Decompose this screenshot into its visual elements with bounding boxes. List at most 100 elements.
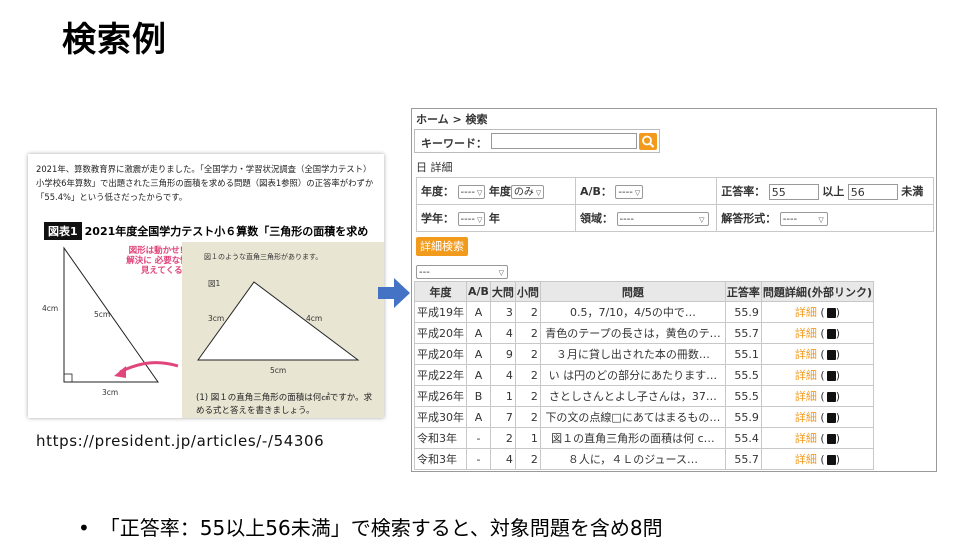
cell-ab: A [466, 322, 491, 344]
pdf-icon[interactable] [826, 350, 836, 360]
sort-select[interactable]: --- ▽ [416, 265, 508, 279]
year-label: 年度： [421, 185, 454, 198]
col-rate[interactable]: 正答率 [724, 281, 762, 302]
rate-to-input[interactable]: 56 [847, 183, 898, 200]
chevron-down-icon: ▽ [634, 189, 641, 197]
figure-label: 図表1 [44, 222, 82, 240]
col-year[interactable]: 年度 [414, 281, 467, 302]
year-from-select[interactable]: ---- ▽ [457, 185, 486, 199]
question-text: (1) 図１の直角三角形の面積は何㎠ですか。求める式と答えを書きましょう。 [196, 393, 373, 416]
cell-minor: 2 [514, 343, 541, 365]
year-only-value: のみ [513, 187, 534, 198]
figure-header: 図表12021年度全国学力テスト小６算数「三角形の面積を求める問題」 [44, 220, 374, 258]
cell-detail: 詳細 () [760, 406, 874, 428]
chevron-down-icon: ▽ [535, 189, 542, 197]
detail-link[interactable]: 詳細 [795, 411, 817, 424]
cell-major: 4 [489, 364, 516, 386]
detail-link[interactable]: 詳細 [795, 390, 817, 403]
detail-filters: 年度： ---- ▽ 年度 のみ ▽ A/B： ---- ▽ 正答率： 55 以上 56… [416, 177, 934, 232]
cell-detail: 詳細 () [760, 385, 874, 407]
cell-question: ３月に貸し出された本の冊数… [539, 343, 726, 365]
pdf-icon[interactable] [826, 308, 836, 318]
bullet-text: 「正答率：55以上56未満」で検索すると、対象問題を含め8問 [99, 516, 663, 540]
cell-minor: 1 [514, 427, 541, 449]
col-question[interactable]: 問題 [539, 281, 726, 302]
ab-select[interactable]: ---- ▽ [615, 185, 644, 199]
figure-caption: 図１のような直角三角形があります。 [204, 253, 323, 261]
grade-suffix: 年 [488, 212, 500, 225]
left-label-height: 4cm [42, 304, 59, 313]
search-icon [642, 135, 655, 148]
pdf-icon[interactable] [826, 413, 836, 423]
cell-major: 9 [489, 343, 516, 365]
table-row: 令和3年 -2 1 図１の直角三角形の面積は何 c… 55.4 詳細 () [414, 427, 874, 449]
domain-value: ---- [619, 214, 634, 225]
pdf-icon[interactable] [826, 329, 836, 339]
ab-value: ---- [618, 187, 633, 198]
cell-year: 平成26年 [414, 385, 467, 407]
keyword-label: キーワード： [421, 137, 487, 150]
detail-toggle[interactable]: 日 詳細 [416, 159, 453, 175]
cell-rate: 55.9 [724, 406, 762, 428]
detail-link[interactable]: 詳細 [795, 369, 817, 382]
cell-ab: A [466, 406, 491, 428]
right-label-b: 4cm [306, 314, 323, 323]
cell-rate: 55.1 [724, 343, 762, 365]
domain-select[interactable]: ---- ▽ [616, 212, 709, 226]
answer-format-select[interactable]: ---- ▽ [779, 212, 828, 226]
cell-question: 図１の直角三角形の面積は何 c… [539, 427, 726, 449]
detail-link[interactable]: 詳細 [795, 306, 817, 319]
cell-major: 3 [489, 301, 516, 323]
cell-minor: 2 [514, 448, 541, 470]
detail-link[interactable]: 詳細 [795, 348, 817, 361]
cell-question: い は円のどの部分にあたります… [539, 364, 726, 386]
advanced-search-button[interactable]: 詳細検索 [416, 237, 468, 256]
detail-link[interactable]: 詳細 [795, 327, 817, 340]
cell-major: 4 [489, 448, 516, 470]
chevron-down-icon: ▽ [498, 269, 504, 277]
chevron-down-icon: ▽ [476, 216, 483, 224]
cell-ab: A [466, 343, 491, 365]
pdf-icon[interactable] [826, 392, 836, 402]
left-label-hyp: 5cm [94, 310, 111, 319]
cell-rate: 55.9 [724, 301, 762, 323]
year-only-select[interactable]: のみ ▽ [510, 185, 545, 199]
article-screenshot: 2021年、算数教育界に激震が走りました。「全国学力・学習状況調査（全国学力テス… [28, 154, 384, 418]
source-url: https://president.jp/articles/-/54306 [36, 432, 325, 450]
table-row: 平成26年 B 1 2 さとしさんとよし子さんは，37… 55.5 詳細 () [414, 385, 874, 407]
ab-label: A/B： [580, 185, 612, 198]
search-button[interactable] [639, 133, 657, 150]
rate-from-suffix: 以上 [822, 184, 845, 198]
cell-detail: 詳細 () [760, 343, 874, 365]
results-table: 年度 A/B 大問 小問 問題 正答率 問題詳細(外部リンク) 平成19年 A 3 2… [414, 281, 874, 470]
bullet-point: • 「正答率：55以上56未満」で検索すると、対象問題を含め8問 [78, 512, 663, 541]
cell-minor: 2 [514, 385, 541, 407]
breadcrumb[interactable]: ホーム > 検索 [416, 111, 488, 127]
pdf-icon[interactable] [826, 455, 836, 465]
slide-title: 検索例 [62, 20, 167, 60]
cell-detail: 詳細 () [760, 448, 874, 470]
rate-from-input[interactable]: 55 [768, 183, 819, 200]
cell-ab: A [466, 364, 491, 386]
pdf-icon[interactable] [826, 371, 836, 381]
cell-rate: 55.5 [724, 385, 762, 407]
col-ab[interactable]: A/B [466, 281, 491, 302]
detail-link[interactable]: 詳細 [795, 453, 817, 466]
grade-select[interactable]: ---- ▽ [457, 212, 486, 226]
keyword-input[interactable] [491, 133, 637, 149]
col-detail[interactable]: 問題詳細(外部リンク) [760, 281, 874, 302]
detail-link[interactable]: 詳細 [795, 432, 817, 445]
chevron-down-icon: ▽ [476, 189, 483, 197]
right-arrow-icon [378, 278, 410, 308]
cell-major: 1 [489, 385, 516, 407]
cell-detail: 詳細 () [760, 427, 874, 449]
cell-detail: 詳細 () [760, 364, 874, 386]
pdf-icon[interactable] [826, 434, 836, 444]
col-minor[interactable]: 小問 [514, 281, 541, 302]
table-row: 平成22年 A 4 2 い は円のどの部分にあたります… 55.5 詳細 () [414, 364, 874, 386]
col-major[interactable]: 大問 [489, 281, 516, 302]
results-header-row: 年度 A/B 大問 小問 問題 正答率 問題詳細(外部リンク) [414, 281, 874, 302]
cell-year: 平成20年 [414, 343, 467, 365]
article-text: 2021年、算数教育界に激震が走りました。「全国学力・学習状況調査（全国学力テス… [36, 164, 374, 202]
cell-ab: - [466, 427, 491, 449]
